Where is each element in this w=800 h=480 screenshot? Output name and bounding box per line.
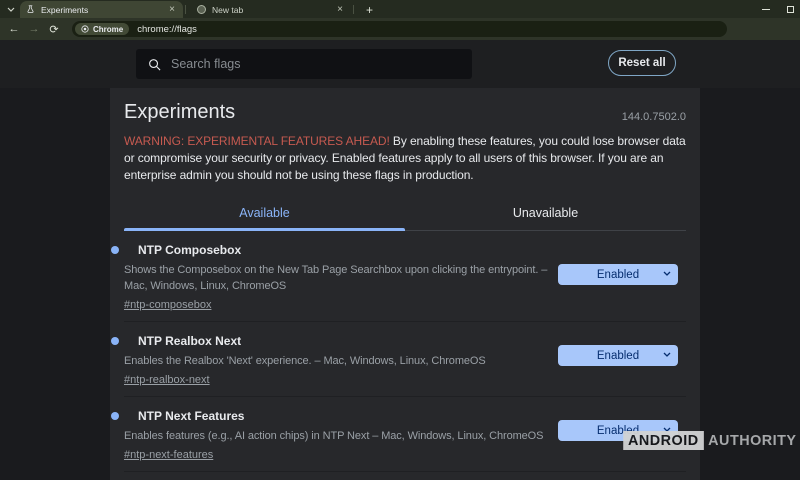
- chrome-logo-icon: [81, 25, 89, 33]
- flag-description: Enables the Realbox 'Next' experience. –…: [124, 353, 558, 369]
- chrome-badge[interactable]: Chrome: [75, 23, 129, 35]
- window-maximize-icon[interactable]: [787, 6, 794, 13]
- tab-divider: [185, 5, 186, 14]
- reset-all-button[interactable]: Reset all: [608, 50, 676, 76]
- warning-label: WARNING: EXPERIMENTAL FEATURES AHEAD!: [124, 134, 390, 148]
- tab-divider: [353, 5, 354, 14]
- flag-permalink[interactable]: #ntp-next-features: [124, 449, 213, 461]
- chevron-down-icon: [7, 7, 15, 12]
- address-bar[interactable]: Chrome chrome://flags: [72, 21, 727, 37]
- tab-new-tab[interactable]: New tab ×: [191, 1, 351, 18]
- reload-icon[interactable]: ⟳: [44, 23, 64, 36]
- flag-dot-icon: [111, 412, 119, 420]
- flag-state-select[interactable]: Enabled: [558, 264, 678, 285]
- tab-close-icon[interactable]: ×: [167, 5, 177, 15]
- android-authority-watermark: ANDROID AUTHORITY: [623, 431, 796, 450]
- page-title: Experiments: [124, 101, 235, 123]
- tab-unavailable[interactable]: Unavailable: [405, 197, 686, 231]
- flag-permalink[interactable]: #ntp-composebox: [124, 299, 211, 311]
- chevron-down-icon: [663, 352, 671, 357]
- flag-dot-icon: [111, 246, 119, 254]
- tab-close-icon[interactable]: ×: [335, 5, 345, 15]
- search-icon: [148, 58, 161, 71]
- window-minimize-icon[interactable]: [762, 9, 770, 10]
- flag-permalink[interactable]: #ntp-realbox-next: [124, 374, 210, 386]
- availability-tabs: Available Unavailable: [124, 197, 686, 231]
- version-number: 144.0.7502.0: [622, 111, 686, 123]
- chevron-down-icon: [663, 271, 671, 276]
- forward-icon[interactable]: →: [24, 23, 44, 35]
- back-icon[interactable]: ←: [4, 23, 24, 35]
- flag-name: NTP Composebox: [124, 243, 686, 258]
- tab-available[interactable]: Available: [124, 197, 405, 231]
- new-tab-button[interactable]: +: [362, 4, 377, 16]
- flags-page-header: Reset all: [0, 40, 800, 88]
- browser-toolbar: ← → ⟳ Chrome chrome://flags: [0, 18, 800, 40]
- tab-title: Experiments: [41, 5, 167, 15]
- tab-experiments[interactable]: Experiments ×: [20, 1, 183, 18]
- flag-description: Shows the Composebox on the New Tab Page…: [124, 262, 558, 294]
- flag-row-ntp-realbox-next: NTP Realbox Next Enables the Realbox 'Ne…: [124, 322, 686, 397]
- url-text: chrome://flags: [137, 24, 197, 35]
- page-background: Experiments 144.0.7502.0 WARNING: EXPERI…: [0, 88, 800, 480]
- tab-title: New tab: [212, 5, 335, 15]
- tab-search-button[interactable]: [3, 2, 19, 16]
- search-flags-box[interactable]: [136, 49, 472, 79]
- warning-banner: WARNING: EXPERIMENTAL FEATURES AHEAD! By…: [124, 133, 686, 184]
- content-column: Experiments 144.0.7502.0 WARNING: EXPERI…: [110, 88, 700, 480]
- search-flags-input[interactable]: [171, 57, 431, 71]
- flag-row-ntp-composebox: NTP Composebox Shows the Composebox on t…: [124, 231, 686, 322]
- watermark-authority: AUTHORITY: [708, 432, 796, 449]
- watermark-android: ANDROID: [623, 431, 703, 450]
- flask-icon: [26, 5, 35, 14]
- flag-dot-icon: [111, 337, 119, 345]
- globe-icon: [197, 5, 206, 14]
- flag-row-ntp-next-features: NTP Next Features Enables features (e.g.…: [124, 397, 686, 472]
- chrome-badge-label: Chrome: [93, 25, 123, 34]
- flag-description: Enables features (e.g., AI action chips)…: [124, 428, 558, 444]
- flag-state-select[interactable]: Enabled: [558, 345, 678, 366]
- browser-tab-strip: Experiments × New tab × +: [0, 0, 800, 18]
